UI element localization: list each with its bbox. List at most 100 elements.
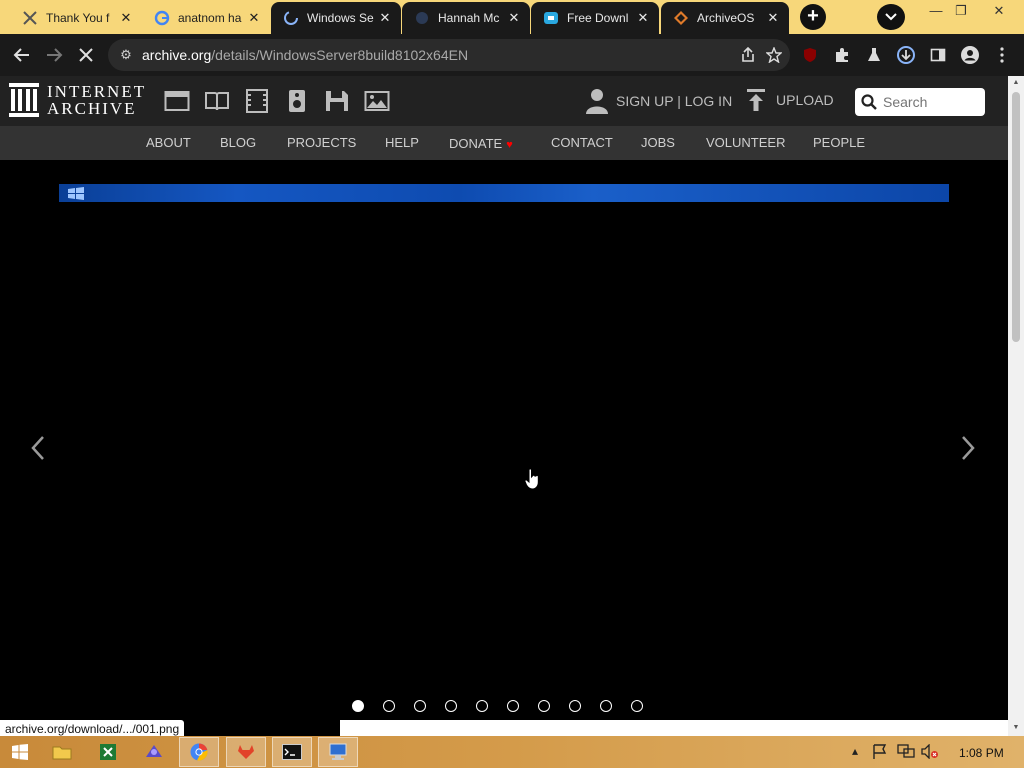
tab-close-icon[interactable]: ✕ (246, 10, 262, 26)
back-button[interactable] (10, 43, 34, 67)
tab-thank-you[interactable]: Thank You f ✕ (10, 2, 142, 34)
video-icon[interactable] (244, 89, 270, 113)
page-viewport: INTERNET ARCHIVE SIGN UP | LOG IN UPLOAD… (0, 76, 1008, 720)
chevron-down-icon (885, 13, 897, 21)
sign-up-login-label[interactable]: SIGN UP | LOG IN (616, 93, 732, 109)
scrollbar-thumb[interactable] (1012, 92, 1020, 342)
share-icon[interactable] (736, 43, 760, 67)
carousel-dot[interactable] (569, 700, 581, 712)
forward-button[interactable] (42, 43, 66, 67)
tab-close-icon[interactable]: ✕ (118, 10, 134, 26)
nav-contact[interactable]: CONTACT (551, 135, 613, 150)
page-bottom-strip (340, 720, 1008, 736)
download-site-icon (543, 10, 559, 26)
back-arrow-icon (13, 48, 29, 62)
tab-google[interactable]: anatnom ha ✕ (142, 2, 270, 34)
carousel-dot[interactable] (445, 700, 457, 712)
page-scrollbar[interactable]: ▲ ▼ (1008, 76, 1024, 736)
restore-button[interactable]: ❐ (946, 2, 976, 22)
search-icon (861, 94, 877, 110)
tab-windows-server[interactable]: Windows Se ✕ (271, 2, 401, 34)
web-icon[interactable] (164, 89, 190, 113)
archiveos-icon (673, 10, 689, 26)
software-icon[interactable] (324, 89, 350, 113)
network-icon[interactable] (897, 744, 915, 762)
stop-loading-button[interactable] (74, 43, 98, 67)
carousel-dot[interactable] (383, 700, 395, 712)
new-tab-button[interactable]: + (800, 4, 826, 30)
url-host: archive.org (142, 47, 212, 63)
carousel-dot[interactable] (631, 700, 643, 712)
nav-help[interactable]: HELP (385, 135, 419, 150)
sign-up-login[interactable]: SIGN UP | LOG IN (586, 88, 732, 114)
bookmark-star-icon[interactable] (762, 43, 786, 67)
link-status-bubble: archive.org/download/.../001.png (0, 720, 185, 737)
chevron-left-icon (31, 436, 44, 460)
carousel-dot[interactable] (414, 700, 426, 712)
side-panel-icon[interactable] (926, 43, 950, 67)
extensions-icon[interactable] (830, 43, 854, 67)
taskbar-app-purple[interactable] (134, 737, 174, 767)
nav-volunteer[interactable]: VOLUNTEER (706, 135, 785, 150)
carousel-dot[interactable] (507, 700, 519, 712)
nav-blog[interactable]: BLOG (220, 135, 256, 150)
start-button[interactable] (0, 737, 40, 767)
tab-title: anatnom ha (178, 11, 242, 25)
tab-free-download[interactable]: Free Downl ✕ (531, 2, 659, 34)
carousel-dot[interactable] (352, 700, 364, 712)
carousel-dot[interactable] (476, 700, 488, 712)
nav-jobs[interactable]: JOBS (641, 135, 675, 150)
taskbar-gitlab[interactable] (226, 737, 266, 767)
site-info-icon[interactable]: ⚙ (118, 47, 134, 63)
tab-archiveos[interactable]: ArchiveOS ✕ (661, 2, 789, 34)
taskbar-file-explorer[interactable] (42, 737, 82, 767)
nav-donate[interactable]: DONATE (449, 136, 502, 151)
downloads-icon[interactable] (894, 43, 918, 67)
carousel-dot[interactable] (600, 700, 612, 712)
tab-title: Hannah Mc (438, 11, 500, 25)
url-text[interactable]: archive.org/details/WindowsServer8build8… (142, 47, 468, 63)
carousel-dot[interactable] (538, 700, 550, 712)
tab-close-icon[interactable]: ✕ (377, 10, 393, 26)
carousel-pagination (352, 700, 662, 712)
taskbar-clock[interactable]: 1:08 PM (959, 746, 1004, 760)
volume-muted-icon[interactable] (921, 743, 939, 762)
scroll-up-arrow-icon[interactable]: ▲ (1012, 79, 1020, 86)
nav-donate-wrap[interactable]: DONATE ♥ (449, 135, 513, 153)
carousel-prev-button[interactable] (26, 431, 50, 465)
taskbar-browser[interactable] (179, 737, 219, 767)
tab-close-icon[interactable]: ✕ (506, 10, 522, 26)
carousel-next-button[interactable] (956, 431, 980, 465)
upload-link[interactable]: UPLOAD (746, 88, 834, 112)
texts-icon[interactable] (204, 89, 230, 113)
tab-hannah[interactable]: Hannah Mc ✕ (402, 2, 530, 34)
nav-projects[interactable]: PROJECTS (287, 135, 356, 150)
tab-close-icon[interactable]: ✕ (635, 10, 651, 26)
browser-menu-icon[interactable] (990, 43, 1014, 67)
url-path: /details/WindowsServer8build8102x64EN (211, 47, 469, 63)
labs-flask-icon[interactable] (862, 43, 886, 67)
taskbar-terminal[interactable] (272, 737, 312, 767)
taskbar-remote-desktop[interactable] (318, 737, 358, 767)
tab-close-icon[interactable]: ✕ (765, 10, 781, 26)
ia-search-box[interactable] (855, 88, 985, 116)
upload-label[interactable]: UPLOAD (776, 92, 834, 108)
tab-search-button[interactable] (877, 4, 905, 30)
user-icon (586, 89, 608, 114)
taskbar-spreadsheet[interactable] (88, 737, 128, 767)
nav-people[interactable]: PEOPLE (813, 135, 865, 150)
tab-title: Thank You f (46, 11, 110, 25)
images-icon[interactable] (364, 89, 390, 113)
ublock-extension-icon[interactable] (798, 43, 822, 67)
close-window-button[interactable]: ✕ (984, 2, 1014, 22)
action-center-flag-icon[interactable] (872, 744, 888, 762)
search-input[interactable] (883, 94, 979, 110)
profile-avatar-icon[interactable] (958, 43, 982, 67)
tray-overflow-icon[interactable]: ▴ (852, 744, 858, 758)
audio-icon[interactable] (284, 89, 310, 113)
scroll-down-arrow-icon[interactable]: ▼ (1012, 724, 1020, 731)
nav-about[interactable]: ABOUT (146, 135, 191, 150)
address-bar[interactable]: ⚙ archive.org/details/WindowsServer8buil… (108, 39, 790, 71)
internet-archive-logo[interactable]: INTERNET ARCHIVE (9, 83, 146, 117)
carousel-slide-image[interactable] (59, 184, 949, 202)
